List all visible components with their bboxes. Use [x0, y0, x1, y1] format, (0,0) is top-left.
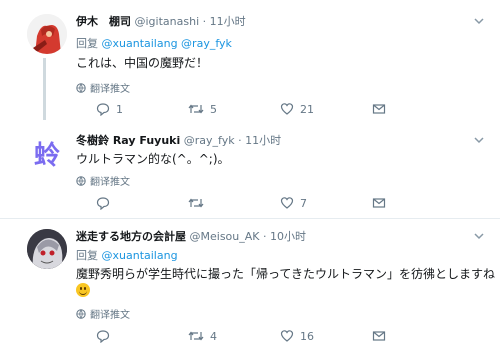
tweet-3[interactable]: 迷走する地方の会計屋 @Meisou_AK · 10小时 回复 @xuantai… — [0, 219, 500, 351]
reply-mentions[interactable]: @xuantailang @ray_fyk — [102, 37, 232, 50]
tweet-1[interactable]: 伊木 棚司 @igitanashi · 11小时 回复 @xuantailang… — [0, 0, 500, 127]
display-name[interactable]: 伊木 棚司 — [76, 15, 131, 28]
tweet-text: 魔野秀明らが学生時代に撮った「帰ってきたウルトラマン」を彷彿としますね — [76, 267, 496, 281]
avatar[interactable] — [27, 14, 67, 54]
username[interactable]: @ray_fyk — [184, 134, 235, 147]
reply-button[interactable] — [96, 329, 188, 343]
retweet-icon — [188, 331, 204, 341]
retweet-count: 4 — [210, 329, 217, 343]
username[interactable]: @Meisou_AK — [190, 230, 260, 243]
timestamp[interactable]: 10小时 — [270, 230, 306, 243]
retweet-icon — [188, 198, 204, 208]
reply-context: 回复 @xuantailang @ray_fyk — [76, 35, 232, 51]
reply-prefix: 回复 — [76, 37, 98, 50]
like-button[interactable]: 21 — [280, 102, 372, 116]
like-count: 7 — [300, 196, 307, 210]
reply-mentions[interactable]: @xuantailang — [102, 249, 178, 262]
separator-dot: · — [202, 15, 207, 28]
direct-message-button[interactable] — [372, 196, 464, 210]
reply-prefix: 回复 — [76, 249, 98, 262]
reply-count: 1 — [116, 102, 123, 116]
avatar[interactable] — [27, 229, 67, 269]
display-name[interactable]: 迷走する地方の会計屋 — [76, 230, 186, 243]
reply-button[interactable] — [96, 196, 188, 210]
tweet-text: これは、中国の魔野だ！ — [76, 56, 209, 70]
direct-message-icon — [372, 198, 386, 208]
translate-label: 翻译推文 — [90, 310, 130, 321]
reply-icon — [96, 197, 110, 210]
display-name[interactable]: 冬樹鈴 Ray Fuyuki — [76, 134, 180, 147]
retweet-button[interactable]: 4 — [188, 329, 280, 343]
chevron-down-icon[interactable] — [472, 229, 486, 243]
like-button[interactable]: 7 — [280, 196, 372, 210]
chevron-down-icon[interactable] — [472, 14, 486, 28]
retweet-button[interactable]: 5 — [188, 102, 280, 116]
reply-icon — [96, 103, 110, 116]
tweet-header: 迷走する地方の会計屋 @Meisou_AK · 10小时 — [76, 228, 306, 244]
username[interactable]: @igitanashi — [135, 15, 200, 28]
translate-label: 翻译推文 — [90, 84, 130, 95]
direct-message-icon — [372, 331, 386, 341]
timestamp[interactable]: 11小时 — [210, 15, 246, 28]
reply-context: 回复 @xuantailang — [76, 247, 178, 263]
retweet-button[interactable] — [188, 196, 280, 210]
tweet-actions: 1 5 21 — [96, 102, 464, 116]
timestamp[interactable]: 11小时 — [245, 134, 281, 147]
tweet-text: ウルトラマン的な(^。^;)。 — [76, 152, 230, 166]
tweet-emoji-line — [76, 282, 90, 297]
translate-link[interactable]: 翻译推文 — [76, 80, 130, 95]
like-count: 21 — [300, 102, 314, 116]
reply-button[interactable]: 1 — [96, 102, 188, 116]
direct-message-button[interactable] — [372, 329, 464, 343]
separator-dot: · — [238, 134, 242, 147]
globe-icon — [76, 308, 86, 319]
like-count: 16 — [300, 329, 314, 343]
chevron-down-icon[interactable] — [472, 133, 486, 147]
globe-icon — [76, 82, 86, 93]
tweet-header: 伊木 棚司 @igitanashi · 11小时 — [76, 13, 246, 29]
grinning-face-emoji-icon — [76, 282, 90, 297]
separator-dot: · — [263, 230, 267, 243]
avatar[interactable]: 蛉 — [27, 133, 67, 173]
avatar-glyph: 蛉 — [33, 140, 60, 171]
retweet-icon — [188, 104, 204, 114]
tweet-actions: 7 — [96, 196, 464, 210]
tweet-2[interactable]: 蛉 冬樹鈴 Ray Fuyuki @ray_fyk · 11小时 ウルトラマン的… — [0, 127, 500, 217]
tweet-actions: 4 16 — [96, 329, 464, 343]
thread-line — [43, 58, 46, 120]
globe-icon — [76, 175, 86, 186]
translate-link[interactable]: 翻译推文 — [76, 173, 130, 188]
tweet-header: 冬樹鈴 Ray Fuyuki @ray_fyk · 11小时 — [76, 132, 281, 148]
heart-icon — [280, 330, 294, 342]
heart-icon — [280, 103, 294, 115]
like-button[interactable]: 16 — [280, 329, 372, 343]
retweet-count: 5 — [210, 102, 217, 116]
direct-message-icon — [372, 104, 386, 114]
translate-label: 翻译推文 — [90, 177, 130, 188]
translate-link[interactable]: 翻译推文 — [76, 306, 130, 321]
reply-icon — [96, 330, 110, 343]
heart-icon — [280, 197, 294, 209]
direct-message-button[interactable] — [372, 102, 464, 116]
